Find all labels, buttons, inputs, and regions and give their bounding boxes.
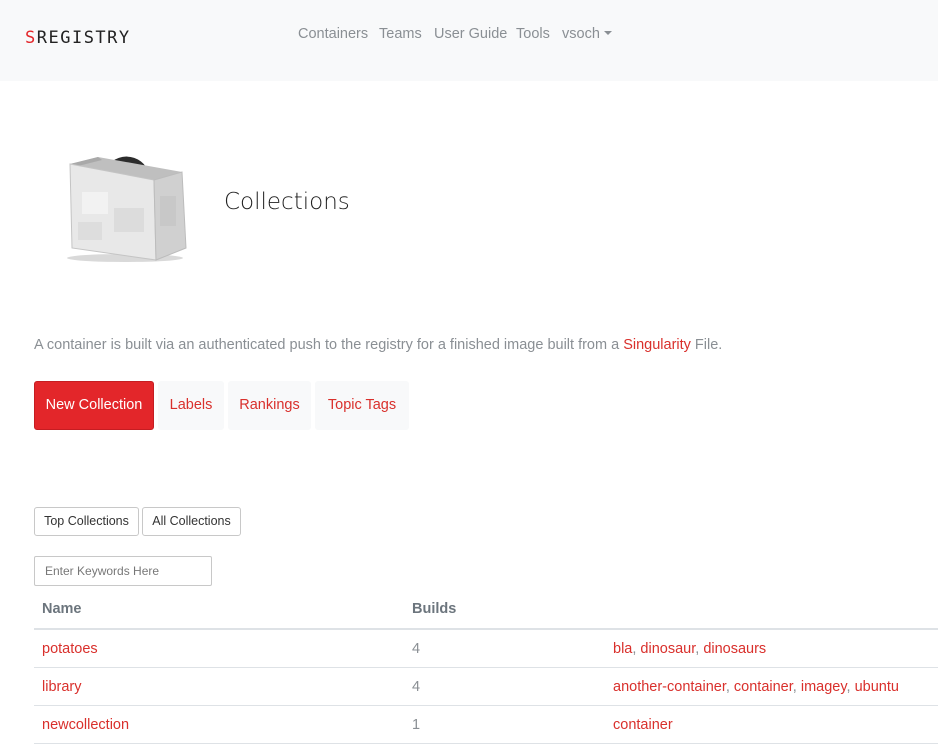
singularity-link[interactable]: Singularity bbox=[623, 337, 691, 353]
build-count: 4 bbox=[412, 679, 421, 695]
tag-link[interactable]: dinosaurs bbox=[703, 641, 766, 657]
collection-name-link[interactable]: library bbox=[42, 679, 81, 695]
nav-user-name: vsoch bbox=[562, 26, 600, 42]
collection-name-link[interactable]: newcollection bbox=[42, 717, 129, 733]
tab-rankings[interactable]: Rankings bbox=[228, 381, 311, 430]
caret-down-icon bbox=[603, 31, 612, 35]
build-count: 1 bbox=[412, 717, 421, 733]
intro-text: A container is built via an authenticate… bbox=[34, 337, 722, 353]
nav-tools[interactable]: Tools bbox=[516, 26, 550, 42]
brand-text: REGISTRY bbox=[36, 28, 131, 48]
column-header-name[interactable]: Name bbox=[42, 601, 82, 617]
brand-initial: S bbox=[25, 28, 37, 48]
build-count: 4 bbox=[412, 641, 421, 657]
tag-link[interactable]: imagey bbox=[801, 679, 847, 695]
tag-link[interactable]: another-container bbox=[613, 679, 726, 695]
intro-text-after: File. bbox=[690, 337, 723, 353]
tab-labels[interactable]: Labels bbox=[158, 381, 224, 430]
tag-link[interactable]: dinosaur bbox=[640, 641, 695, 657]
tag-link[interactable]: container bbox=[613, 717, 673, 733]
search-input[interactable] bbox=[34, 556, 212, 586]
tag-list: another-container, container, imagey, ub… bbox=[613, 679, 899, 695]
all-collections-button[interactable]: All Collections bbox=[142, 507, 241, 536]
top-collections-button[interactable]: Top Collections bbox=[34, 507, 139, 536]
collection-name-link[interactable]: potatoes bbox=[42, 641, 98, 657]
navbar: SREGISTRY Containers Teams User Guide To… bbox=[0, 0, 938, 81]
nav-user-dropdown[interactable]: vsoch bbox=[562, 26, 612, 42]
nav-user-guide[interactable]: User Guide bbox=[434, 26, 507, 42]
tag-link[interactable]: bla bbox=[613, 641, 632, 657]
tab-topic-tags[interactable]: Topic Tags bbox=[315, 381, 409, 430]
tag-link[interactable]: container bbox=[734, 679, 793, 695]
collections-table: Name Builds potatoes 4 bla, dinosaur, di… bbox=[34, 592, 938, 744]
new-collection-button[interactable]: New Collection bbox=[34, 381, 154, 430]
table-row: library 4 another-container, container, … bbox=[34, 668, 938, 706]
tag-list: container bbox=[613, 717, 673, 733]
table-header: Name Builds bbox=[34, 592, 938, 630]
box-mascot-icon bbox=[67, 156, 187, 262]
nav-teams[interactable]: Teams bbox=[379, 26, 422, 42]
intro-text-before: A container is built via an authenticate… bbox=[34, 337, 624, 353]
tag-list: bla, dinosaur, dinosaurs bbox=[613, 641, 767, 657]
table-row: newcollection 1 container bbox=[34, 706, 938, 744]
nav-containers[interactable]: Containers bbox=[298, 26, 368, 42]
tag-link[interactable]: ubuntu bbox=[855, 679, 899, 695]
table-row: potatoes 4 bla, dinosaur, dinosaurs bbox=[34, 630, 938, 668]
column-header-builds[interactable]: Builds bbox=[412, 601, 456, 617]
brand-logo[interactable]: SREGISTRY bbox=[25, 28, 131, 48]
page-title: Collections bbox=[224, 189, 350, 215]
